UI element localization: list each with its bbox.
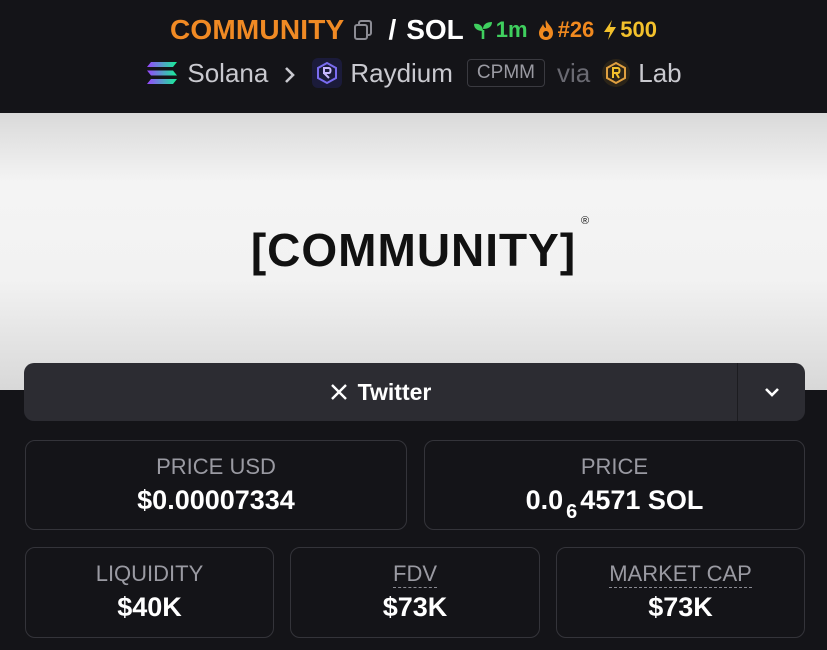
liquidity-card: LIQUIDITY $40K xyxy=(25,547,274,638)
banner-text: [COMMUNITY] xyxy=(250,223,577,276)
social-links-bar: Twitter xyxy=(24,363,805,421)
price-usd-value: $0.00007334 xyxy=(137,485,295,515)
price-native-value: 0.0 6 4571 SOL xyxy=(425,485,804,523)
liquidity-label: LIQUIDITY xyxy=(95,561,204,586)
dex-name[interactable]: Raydium xyxy=(350,58,453,89)
pair-source-row: Solana Raydium CPMM via Lab xyxy=(0,56,827,90)
via-label: via xyxy=(556,57,591,88)
price-usd-card: PRICE USD $0.00007334 xyxy=(25,440,407,530)
token-name: COMMUNITY xyxy=(169,14,345,45)
price-usd-label: PRICE USD xyxy=(156,454,276,479)
price-suffix: 4571 SOL xyxy=(580,485,704,515)
registered-mark: ® xyxy=(581,214,591,227)
lightning-icon xyxy=(604,20,617,40)
market-cap-card: MARKET CAP $73K xyxy=(556,547,805,638)
chevron-down-icon xyxy=(764,388,779,397)
banner-logo-text: [COMMUNITY] ® xyxy=(250,215,589,277)
pool-type-badge: CPMM xyxy=(466,59,545,87)
copy-icon[interactable] xyxy=(352,19,374,41)
x-logo-icon xyxy=(330,384,347,400)
age-value: 1m xyxy=(495,17,528,42)
price-zero-count: 6 xyxy=(566,501,578,523)
fdv-value: $73K xyxy=(382,592,448,622)
token-banner: [COMMUNITY] ® xyxy=(0,113,827,390)
sprout-icon xyxy=(473,22,492,39)
boost-value: 500 xyxy=(620,17,658,42)
price-prefix: 0.0 xyxy=(525,485,564,515)
solana-icon xyxy=(145,60,179,86)
chevron-right-icon xyxy=(282,62,298,84)
chain-name[interactable]: Solana xyxy=(187,58,268,89)
fdv-label[interactable]: FDV xyxy=(393,561,437,588)
pair-separator: / xyxy=(388,14,397,45)
more-links-button[interactable] xyxy=(738,363,805,421)
raydium-icon xyxy=(312,58,343,88)
lab-icon xyxy=(602,59,631,87)
fdv-card: FDV $73K xyxy=(290,547,540,638)
price-label: PRICE xyxy=(580,454,649,479)
market-cap-value: $73K xyxy=(648,592,713,622)
launcher-name[interactable]: Lab xyxy=(638,58,681,89)
price-native-card: PRICE 0.0 6 4571 SOL xyxy=(424,440,805,530)
market-cap-label[interactable]: MARKET CAP xyxy=(609,561,752,588)
twitter-label: Twitter xyxy=(357,378,432,405)
quote-token: SOL xyxy=(406,14,464,45)
boost-badge[interactable]: 500 xyxy=(602,17,657,43)
rank-badge[interactable]: #26 xyxy=(536,17,595,43)
rank-value: #26 xyxy=(557,17,595,42)
pair-title-row: COMMUNITY / SOL 1m #26 500 xyxy=(0,12,827,48)
age-badge: 1m xyxy=(472,17,528,43)
flame-icon xyxy=(538,20,553,40)
twitter-button[interactable]: Twitter xyxy=(24,363,737,421)
liquidity-value: $40K xyxy=(117,592,182,622)
pair-header: COMMUNITY / SOL 1m #26 500 Solana Raydiu… xyxy=(0,0,827,113)
